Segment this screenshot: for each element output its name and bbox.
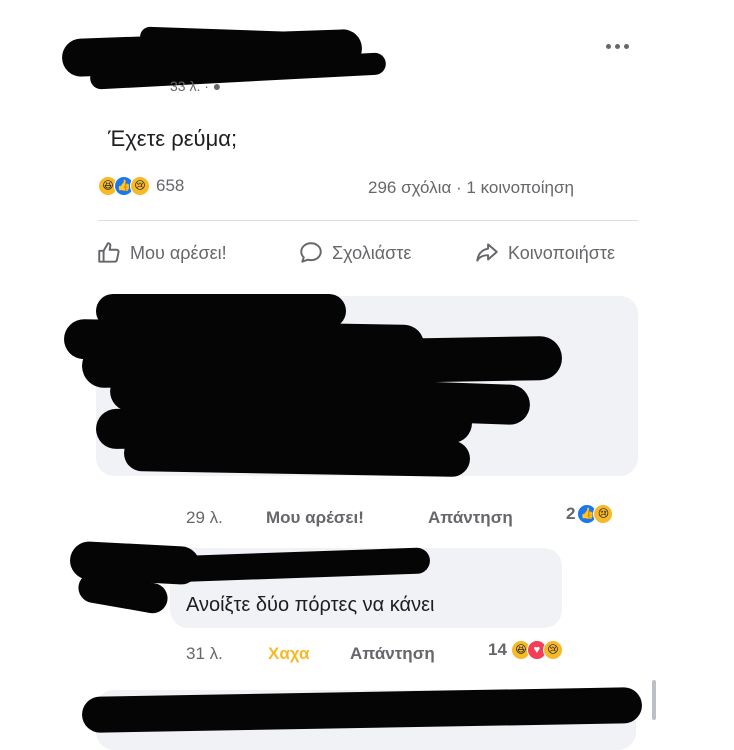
dot [614,43,620,49]
post-text: Έχετε ρεύμα; [108,126,238,151]
sad-icon: 😢 [593,504,614,524]
redacted-comment-text [123,434,471,478]
comment-icon [300,242,322,263]
share-icon [476,243,498,262]
comment-button[interactable]: Σχολιάστε [298,240,411,266]
share-button[interactable]: Κοινοποιήστε [474,240,615,266]
comment-like-button[interactable]: Μου αρέσει! [266,508,364,528]
sad-icon: 😢 [542,640,563,660]
reaction-count: 658 [156,176,185,195]
thumbs-up-icon [98,242,120,263]
scrollbar[interactable] [652,680,656,720]
post-reactions[interactable]: 😆 👍 😢 658 [98,176,184,196]
dot [623,43,629,49]
sad-icon: 😢 [130,176,150,196]
divider [98,220,638,221]
comment-reaction-button[interactable]: Χαχα [268,644,309,664]
post-timestamp[interactable]: 33 λ. · ● [170,78,221,94]
like-button[interactable]: Μου αρέσει! [96,240,227,266]
dot [605,43,611,49]
comment-reply-button[interactable]: Απάντηση [428,508,513,528]
more-options-button[interactable] [600,36,634,56]
comment-text: Ανοίξτε δύο πόρτες να κάνει [186,594,435,616]
post-stats[interactable]: 296 σχόλια · 1 κοινοποίηση [368,178,574,198]
comment-reactions[interactable]: 2 👍 😢 [566,504,614,524]
globe-icon: ● [212,78,222,94]
comment-reactions[interactable]: 14 😆 ♥ 😢 [488,640,563,660]
comment-timestamp[interactable]: 31 λ. [186,644,223,664]
comment-timestamp[interactable]: 29 λ. [186,508,223,528]
comment-reply-button[interactable]: Απάντηση [350,644,435,664]
